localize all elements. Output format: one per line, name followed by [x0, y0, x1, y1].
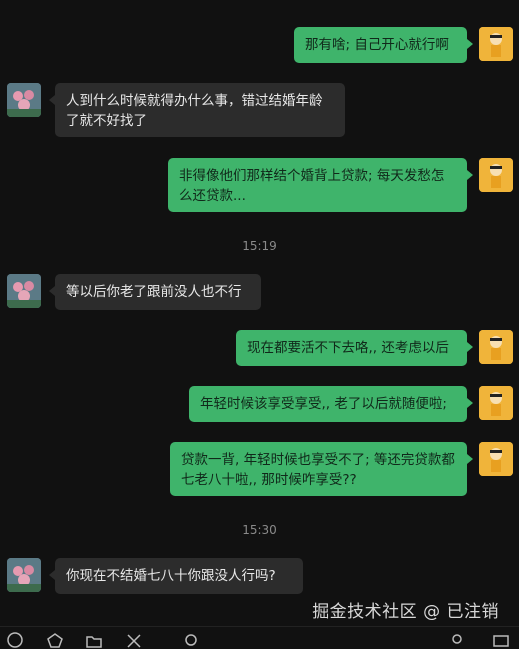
message-bubble-sent[interactable]: 贷款一背, 年轻时候也享受不了; 等还完贷款都七老八十啦,, 那时候咋享受??	[170, 442, 473, 496]
cartoon-avatar-icon	[479, 442, 513, 476]
chat-history-icon[interactable]	[182, 631, 200, 649]
lotus-avatar-icon	[7, 274, 41, 308]
message-bubble-received[interactable]: 你现在不结婚七八十你跟没人行吗?	[49, 558, 303, 594]
contact-avatar[interactable]	[7, 274, 41, 308]
emoji-icon[interactable]	[6, 631, 24, 649]
favorite-icon[interactable]	[46, 631, 64, 649]
input-toolbar	[0, 626, 519, 648]
voice-call-icon[interactable]	[448, 631, 466, 649]
message-bubble-sent[interactable]: 现在都要活不下去咯,, 还考虑以后	[236, 330, 473, 366]
message-text: 你现在不结婚七八十你跟没人行吗?	[66, 568, 276, 584]
message-bubble-sent[interactable]: 那有啥; 自己开心就行啊	[294, 27, 473, 63]
message-text: 贷款一背, 年轻时候也享受不了; 等还完贷款都七老八十啦,, 那时候咋享受??	[181, 452, 455, 488]
message-bubble-received[interactable]: 人到什么时候就得办什么事，错过结婚年龄了就不好找了	[49, 83, 345, 137]
message-bubble-received[interactable]: 等以后你老了跟前没人也不行	[49, 274, 261, 310]
my-avatar[interactable]	[479, 442, 513, 476]
my-avatar[interactable]	[479, 27, 513, 61]
watermark: 掘金技术社区 @ 已注销	[312, 602, 499, 622]
cartoon-avatar-icon	[479, 158, 513, 192]
contact-avatar[interactable]	[7, 558, 41, 592]
lotus-avatar-icon	[7, 83, 41, 117]
message-text: 现在都要活不下去咯,, 还考虑以后	[247, 340, 449, 356]
chat-area: 那有啥; 自己开心就行啊 人到什么时候就得办什么事，错过结婚年龄了就不好找了 非…	[0, 0, 519, 620]
video-call-icon[interactable]	[492, 631, 510, 649]
lotus-avatar-icon	[7, 558, 41, 592]
my-avatar[interactable]	[479, 158, 513, 192]
cartoon-avatar-icon	[479, 386, 513, 420]
message-text: 年轻时候该享受享受,, 老了以后就随便啦;	[200, 396, 447, 412]
message-bubble-sent[interactable]: 非得像他们那样结个婚背上贷款; 每天发愁怎么还贷款...	[168, 158, 473, 212]
message-text: 非得像他们那样结个婚背上贷款; 每天发愁怎么还贷款...	[179, 168, 445, 204]
contact-avatar[interactable]	[7, 83, 41, 117]
my-avatar[interactable]	[479, 386, 513, 420]
scissors-icon[interactable]	[125, 631, 143, 649]
timestamp: 15:30	[242, 523, 277, 537]
message-text: 等以后你老了跟前没人也不行	[66, 284, 242, 300]
message-text: 人到什么时候就得办什么事，错过结婚年龄了就不好找了	[66, 93, 323, 129]
cartoon-avatar-icon	[479, 27, 513, 61]
folder-icon[interactable]	[85, 631, 103, 649]
cartoon-avatar-icon	[479, 330, 513, 364]
message-bubble-sent[interactable]: 年轻时候该享受享受,, 老了以后就随便啦;	[189, 386, 473, 422]
message-text: 那有啥; 自己开心就行啊	[305, 37, 449, 53]
timestamp: 15:19	[242, 239, 277, 253]
my-avatar[interactable]	[479, 330, 513, 364]
